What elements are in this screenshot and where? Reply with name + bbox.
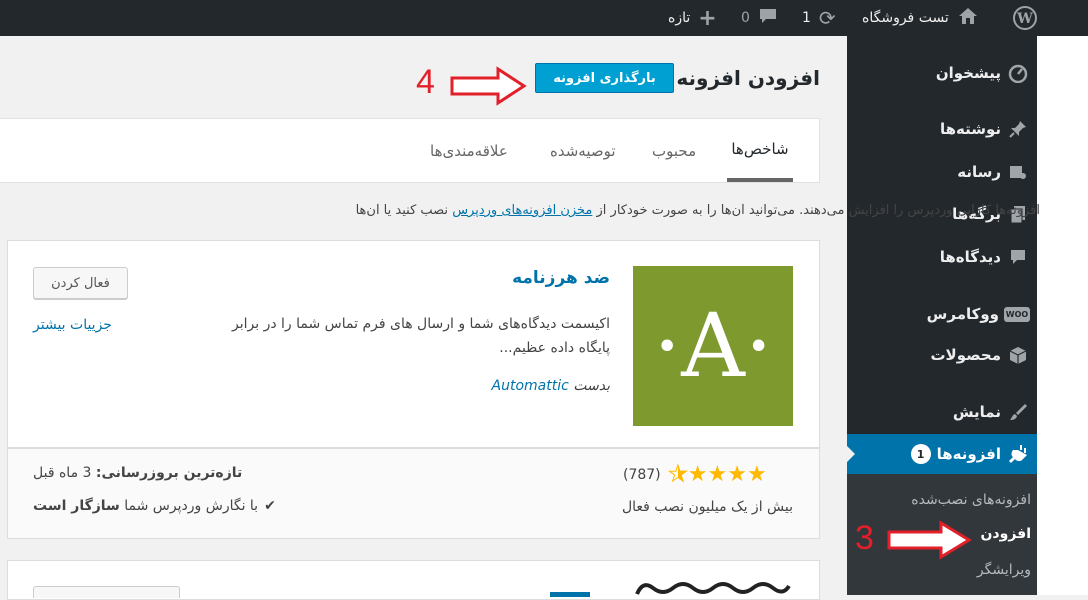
new-content-link[interactable]: تازه + xyxy=(668,0,717,36)
intro-text: افزونه‌ها کارایی وردپرس را افزایش می‌دهن… xyxy=(0,203,1088,225)
plugin-thumbnail[interactable]: ·A· xyxy=(633,266,793,426)
compat-value: سازگار است xyxy=(33,498,120,514)
comments-link[interactable]: 0 xyxy=(741,0,778,36)
compat-prefix: با نگارش وردپرس شما xyxy=(124,498,259,514)
star-half-icon: ★ xyxy=(668,462,689,487)
updates-link[interactable]: 1 ⟳ xyxy=(802,0,836,36)
last-updated-label: تازه‌ترین بروزرسانی: xyxy=(95,465,243,481)
intro-text-part2: نصب کنید یا آن‌ها xyxy=(355,203,453,218)
menu-label: رسانه xyxy=(957,163,1001,181)
plugin-name-link[interactable] xyxy=(540,585,600,597)
menu-item-products[interactable]: محصولات xyxy=(847,337,1037,373)
star-full-icon: ★ xyxy=(746,462,767,487)
star-full-icon: ★ xyxy=(707,462,728,487)
annotation-step-3: 3 xyxy=(855,519,874,557)
right-edge xyxy=(1037,36,1088,595)
check-icon: ✔ xyxy=(264,498,276,514)
activate-button[interactable]: فعال کردن xyxy=(33,267,128,299)
intro-text-part1: افزونه‌ها کارایی وردپرس را افزایش می‌دهن… xyxy=(592,203,1040,218)
refresh-icon: ⟳ xyxy=(818,6,836,30)
svg-text:W: W xyxy=(1016,11,1033,27)
home-icon xyxy=(957,6,979,30)
submenu-editor[interactable]: ویرایشگر xyxy=(977,562,1031,578)
submenu-installed-plugins[interactable]: افزونه‌های نصب‌شده xyxy=(911,492,1031,508)
menu-item-appearance[interactable]: نمایش xyxy=(847,394,1037,430)
comments-count: 0 xyxy=(741,10,750,26)
wordpress-logo-icon[interactable]: W xyxy=(1012,0,1038,36)
menu-label: ووکامرس xyxy=(926,305,999,323)
comment-bubble-icon xyxy=(758,7,778,29)
author-prefix: بدست xyxy=(568,378,610,394)
woo-icon: WOO xyxy=(1003,303,1031,325)
plugin-name-link[interactable]: ضد هرزنامه xyxy=(512,268,610,288)
annotation-arrow-3 xyxy=(887,520,973,564)
plugin-directory-link[interactable]: مخزن افزونه‌های وردپرس xyxy=(452,203,592,218)
plugin-thumbnail-letter: ·A· xyxy=(653,294,773,397)
plugin-icon xyxy=(1007,443,1029,465)
menu-item-woocommerce[interactable]: ووکامرس WOO xyxy=(847,296,1037,332)
menu-item-plugins[interactable]: 1 افزونه‌ها xyxy=(847,434,1037,474)
tab-featured[interactable]: شاخص‌ها xyxy=(727,119,793,182)
menu-label: نمایش xyxy=(952,403,1001,421)
admin-sidebar: پیشخوان نوشته‌ها رسانه برگه‌ها دیدگاه‌ها… xyxy=(847,36,1037,595)
star-rating: ★ ★ ★ ★ ★ xyxy=(668,462,767,487)
menu-item-dashboard[interactable]: پیشخوان xyxy=(847,55,1037,91)
menu-label: افزونه‌ها xyxy=(936,445,1001,463)
site-name-link[interactable]: تست فروشگاه xyxy=(862,0,979,36)
plugin-thumbnail[interactable] xyxy=(633,578,793,595)
last-updated: تازه‌ترین بروزرسانی: 3 ماه قبل xyxy=(33,465,242,481)
last-updated-value: 3 ماه قبل xyxy=(33,465,92,481)
media-icon xyxy=(1007,161,1029,183)
author-link[interactable]: Automattic xyxy=(492,378,569,394)
annotation-step-4: 4 xyxy=(416,63,435,101)
page-title: افزودن افزونه xyxy=(676,66,820,90)
plus-icon: + xyxy=(698,5,717,31)
more-details-link[interactable]: جزییات بیشتر xyxy=(33,317,112,333)
menu-item-media[interactable]: رسانه xyxy=(847,154,1037,190)
compatibility: ✔ با نگارش وردپرس شما سازگار است xyxy=(33,498,276,514)
star-full-icon: ★ xyxy=(687,462,708,487)
plugin-description: اکیسمت دیدگاه‌های شما و ارسال های فرم تم… xyxy=(232,316,610,356)
tab-popular[interactable]: محبوب xyxy=(652,119,696,182)
annotation-arrow-4 xyxy=(450,66,528,110)
updates-count: 1 xyxy=(802,10,811,26)
plugin-author: بدست Automattic xyxy=(492,378,610,394)
menu-item-posts[interactable]: نوشته‌ها xyxy=(847,111,1037,147)
rating-count: (787) xyxy=(623,467,661,483)
tab-favorites[interactable]: علاقه‌مندی‌ها xyxy=(430,119,508,182)
menu-label: محصولات xyxy=(930,346,1001,364)
plugin-filter-tabs: شاخص‌ها محبوب توصیه‌شده علاقه‌مندی‌ها xyxy=(0,118,820,183)
brush-icon xyxy=(1007,401,1029,423)
tab-recommended[interactable]: توصیه‌شده xyxy=(550,119,616,182)
active-installs: بیش از یک میلیون نصب فعال xyxy=(621,499,793,515)
install-button[interactable] xyxy=(33,586,180,598)
admin-bar: W تست فروشگاه 1 ⟳ 0 تازه + xyxy=(0,0,1088,36)
upload-plugin-button[interactable]: بارگذاری افزونه xyxy=(535,63,674,93)
menu-label: پیشخوان xyxy=(935,64,1001,82)
menu-label: نوشته‌ها xyxy=(939,120,1001,138)
comment-icon xyxy=(1007,246,1029,268)
current-menu-arrow xyxy=(847,446,855,462)
star-full-icon: ★ xyxy=(727,462,747,487)
menu-label: دیدگاه‌ها xyxy=(939,248,1001,266)
new-label: تازه xyxy=(668,10,691,26)
dashboard-icon xyxy=(1007,62,1029,84)
menu-item-comments[interactable]: دیدگاه‌ها xyxy=(847,239,1037,275)
pin-icon xyxy=(1007,118,1029,140)
submenu-add-new[interactable]: افزودن xyxy=(980,526,1031,542)
box-icon xyxy=(1007,344,1029,366)
plugin-update-badge: 1 xyxy=(910,444,931,464)
site-name: تست فروشگاه xyxy=(862,10,949,26)
